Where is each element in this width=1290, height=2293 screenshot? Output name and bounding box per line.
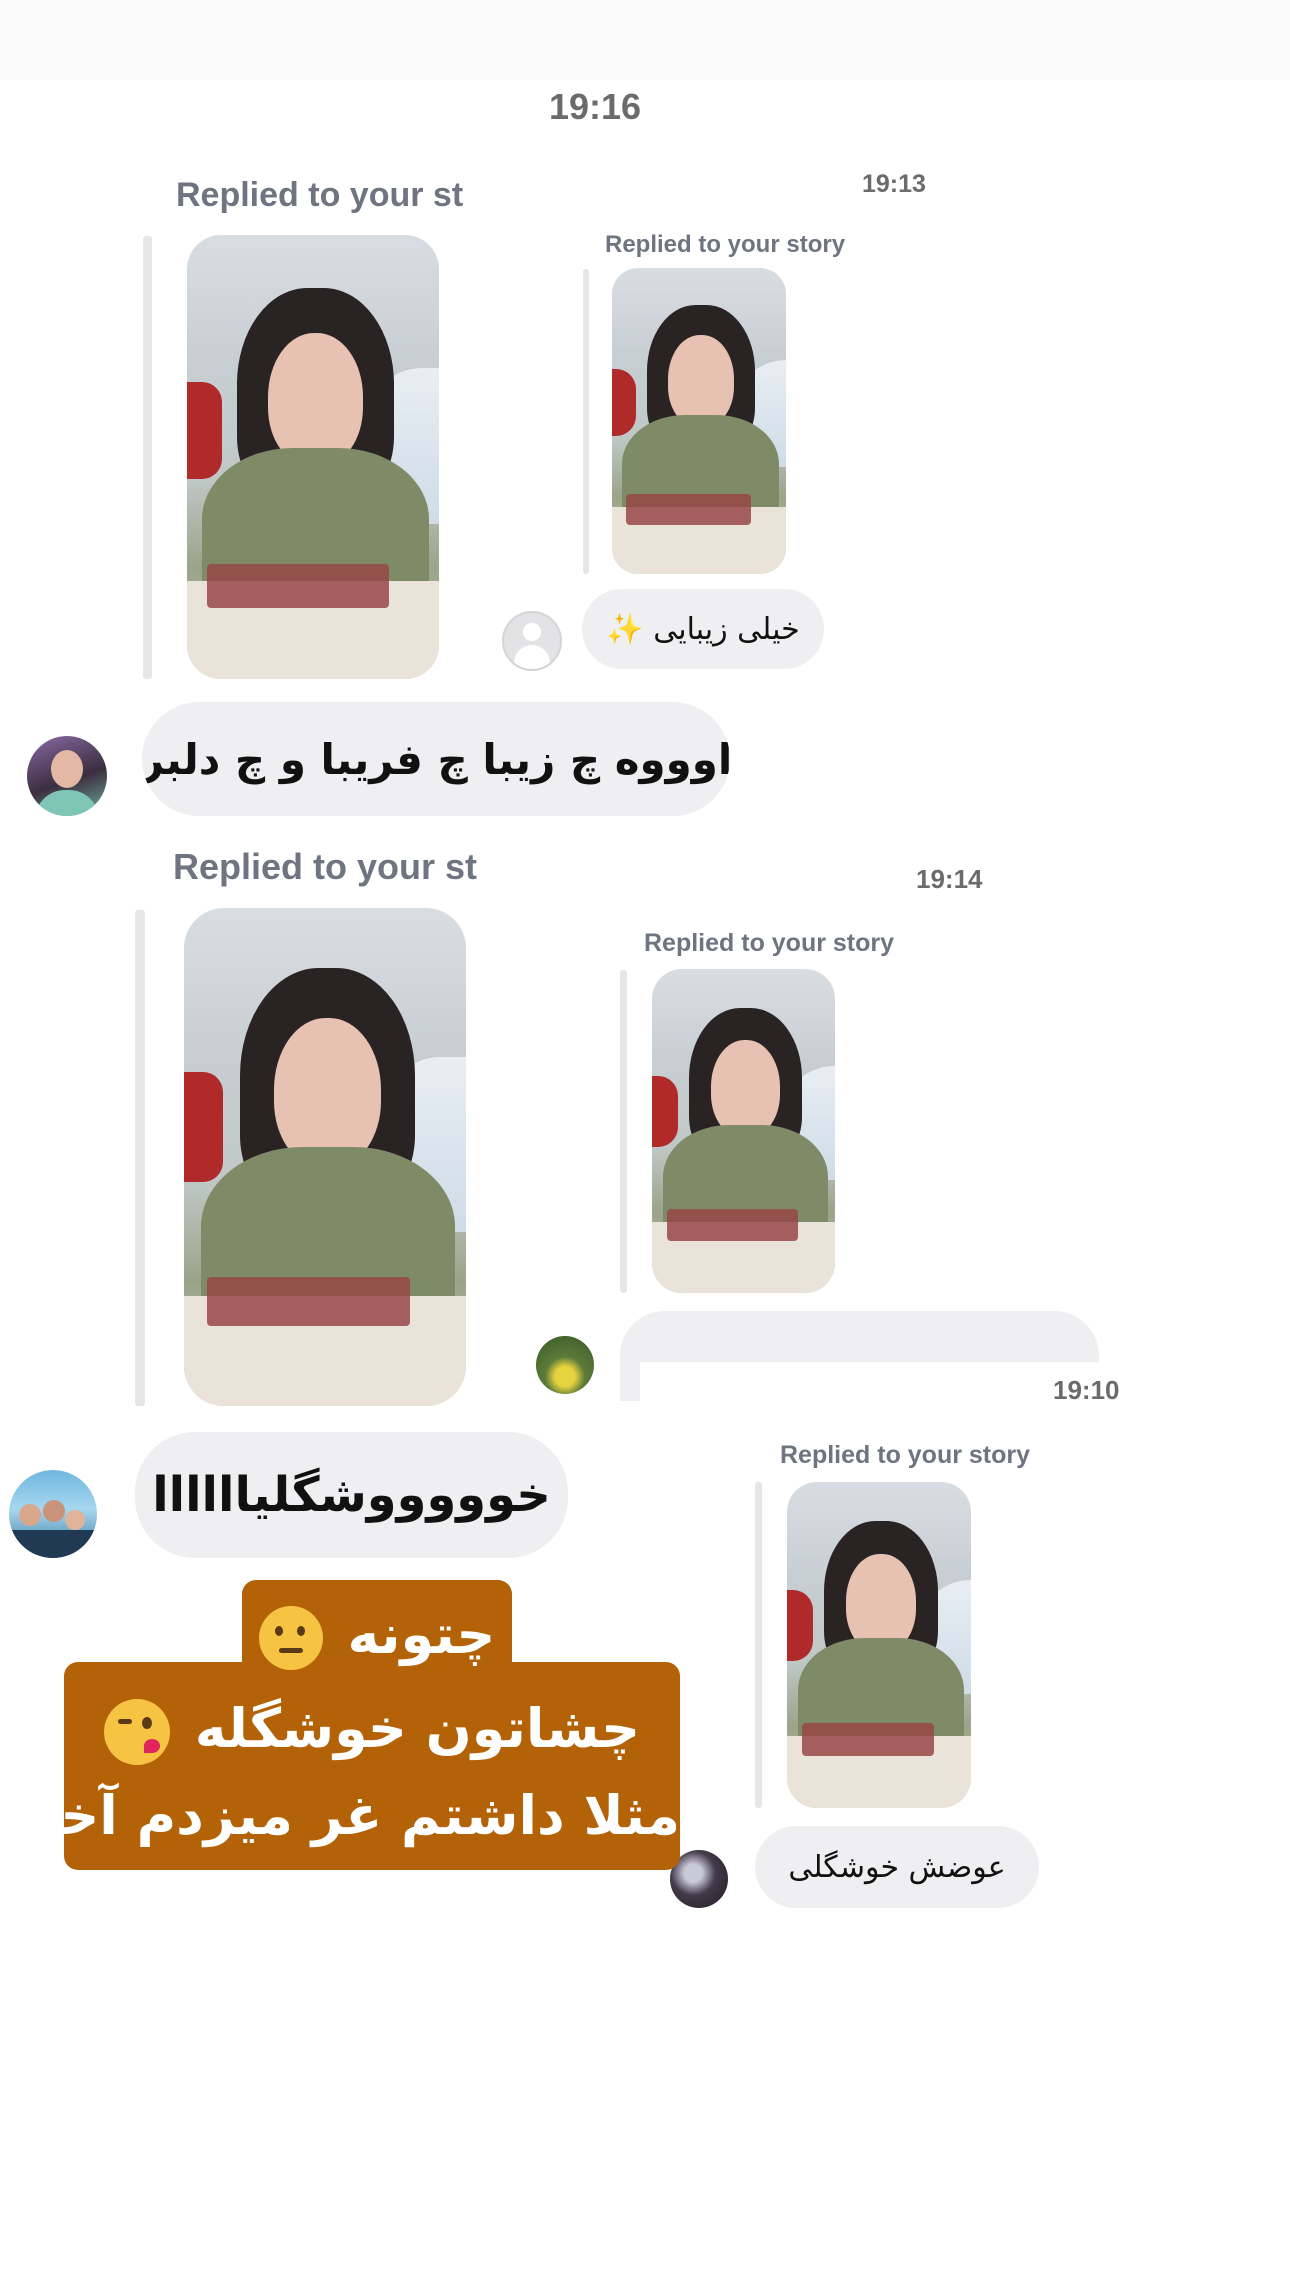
reply-quote-line — [583, 269, 589, 574]
screenshot-bg-top — [0, 0, 1290, 80]
message-bubble[interactable]: اوووه چ زیبا چ فریبا و چ دلبر — [142, 702, 730, 816]
reply-quote-line — [143, 236, 152, 679]
story-thumbnail[interactable] — [652, 969, 835, 1293]
overlay-caption-line3: مثلا داشتم غر میزدم آخه — [27, 1784, 680, 1847]
story-thumbnail[interactable] — [184, 908, 466, 1406]
replied-to-story-label: Replied to your st — [173, 846, 478, 887]
message-bubble[interactable]: عوضش خوشگلی — [755, 1826, 1039, 1908]
timestamp-group2: 19:14 — [916, 864, 983, 894]
overlay-caption-line1: چتونه — [242, 1590, 512, 1680]
avatar-user[interactable] — [9, 1470, 97, 1558]
replied-to-story-label: Replied to your story — [644, 929, 895, 957]
message-bubble[interactable]: خیلی زیبایی ✨ — [582, 589, 824, 669]
avatar-default[interactable] — [502, 611, 562, 671]
message-bubble[interactable]: خوووووشگلیاااااا — [135, 1432, 568, 1558]
avatar-user[interactable] — [27, 736, 107, 816]
avatar-user[interactable] — [536, 1336, 594, 1394]
face-blowing-kiss-icon — [103, 1699, 170, 1766]
reply-quote-line — [755, 1482, 762, 1808]
story-thumbnail[interactable] — [612, 268, 786, 574]
replied-to-story-label: Replied to your story — [605, 231, 846, 258]
timestamp-group1: 19:13 — [862, 170, 926, 198]
replied-to-story-label: Replied to your st — [176, 176, 464, 214]
timestamp-top: 19:16 — [548, 86, 642, 127]
reply-quote-line — [135, 910, 145, 1406]
reply-quote-line — [620, 970, 627, 1293]
story-thumbnail[interactable] — [787, 1482, 971, 1808]
thinking-face-icon — [258, 1606, 323, 1671]
overlay-caption-line2: چشاتون خوشگله — [64, 1684, 680, 1774]
timestamp-group3: 19:10 — [1053, 1375, 1120, 1405]
story-thumbnail[interactable] — [187, 235, 439, 679]
replied-to-story-label: Replied to your story — [780, 1441, 1031, 1469]
